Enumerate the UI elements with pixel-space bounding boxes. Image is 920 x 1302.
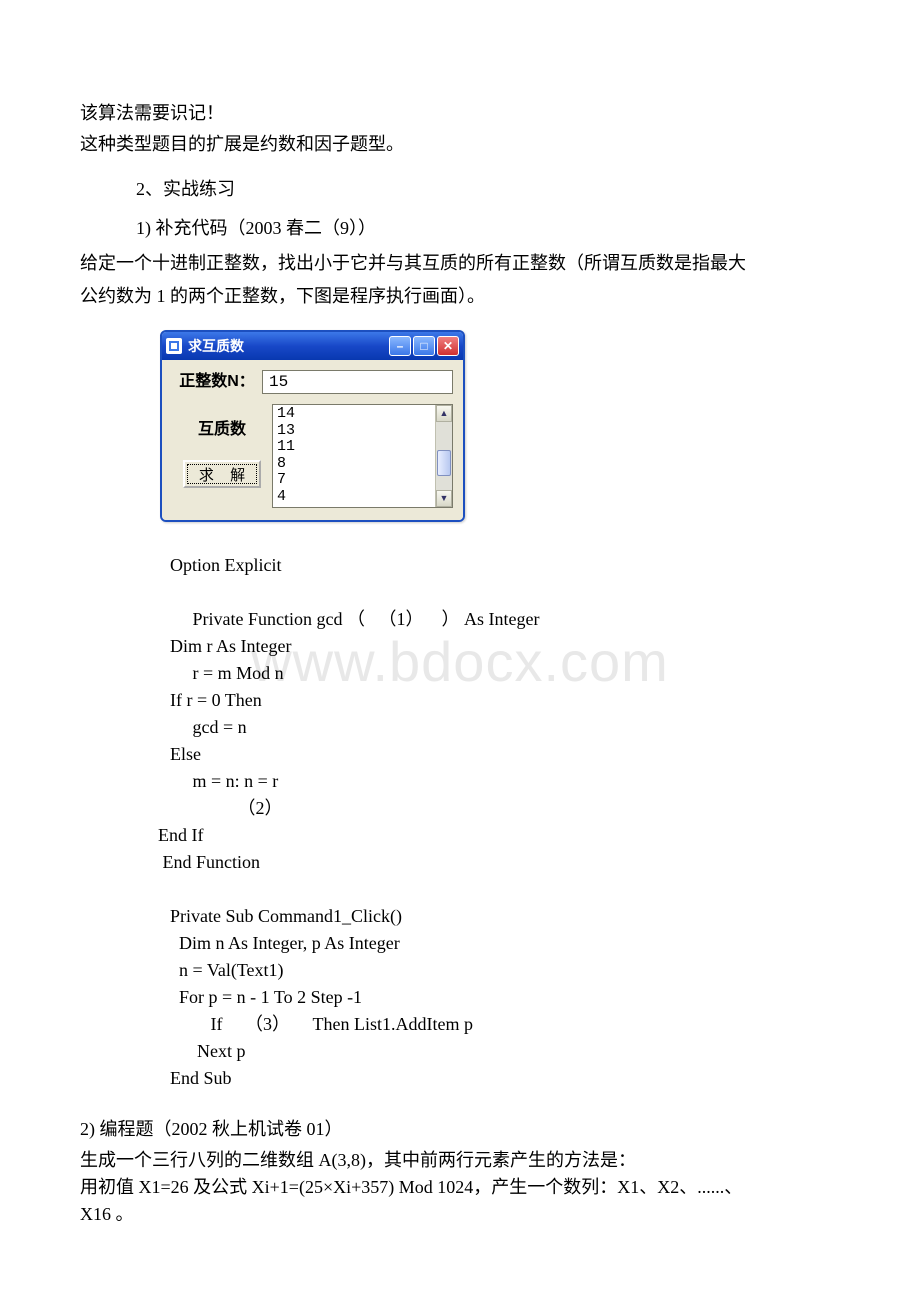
q2-line-3: X16 。 [80, 1201, 840, 1228]
code-line: Dim n As Integer, p As Integer [170, 930, 840, 957]
intro-line-2: 这种类型题目的扩展是约数和因子题型。 [80, 131, 840, 158]
code-line: m = n: n = r [170, 768, 840, 795]
code-line: Next p [170, 1038, 840, 1065]
section-2-heading: 2、实战练习 [136, 176, 840, 203]
left-column: 互质数 求 解 [172, 404, 272, 488]
code-line: End Function [158, 849, 840, 876]
code-line: For p = n - 1 To 2 Step -1 [170, 984, 840, 1011]
n-input[interactable]: 15 [262, 370, 453, 394]
code-line: If （3） Then List1.AddItem p [170, 1011, 840, 1038]
list-item[interactable]: 13 [277, 423, 431, 440]
app-icon [166, 338, 182, 354]
list-item[interactable]: 14 [277, 406, 431, 423]
client-area: 正整数N： 15 互质数 求 解 14 13 11 8 7 [162, 360, 463, 520]
result-row: 互质数 求 解 14 13 11 8 7 4 ▲ [172, 404, 453, 508]
list-item[interactable]: 4 [277, 489, 431, 506]
code-line: Dim r As Integer [170, 633, 840, 660]
label-coprime: 互质数 [198, 418, 246, 442]
window-title: 求互质数 [188, 336, 389, 357]
result-listbox[interactable]: 14 13 11 8 7 4 [273, 405, 435, 507]
scrollbar[interactable]: ▲ ▼ [435, 405, 452, 507]
scroll-track[interactable] [436, 422, 452, 490]
q1-desc-1: 给定一个十进制正整数，找出小于它并与其互质的所有正整数（所谓互质数是指最大 [80, 250, 840, 277]
code-line: （2） [170, 795, 840, 822]
list-item[interactable]: 7 [277, 472, 431, 489]
close-button[interactable]: ✕ [437, 336, 459, 356]
code-line: n = Val(Text1) [170, 957, 840, 984]
list-item[interactable]: 11 [277, 439, 431, 456]
code-line: Else [170, 741, 840, 768]
code-line: gcd = n [170, 714, 840, 741]
scroll-down-icon[interactable]: ▼ [436, 490, 452, 507]
q2-line-2: 用初值 X1=26 及公式 Xi+1=(25×Xi+357) Mod 1024，… [80, 1174, 840, 1201]
vb-window: 求互质数 – □ ✕ 正整数N： 15 互质数 求 解 [160, 330, 465, 522]
maximize-button[interactable]: □ [413, 336, 435, 356]
vb-window-wrap: 求互质数 – □ ✕ 正整数N： 15 互质数 求 解 [160, 330, 840, 522]
code-line: Private Sub Command1_Click() [170, 903, 840, 930]
code-line: End Sub [170, 1065, 840, 1092]
label-n: 正整数N： [172, 370, 262, 394]
q2-heading: 2) 编程题（2002 秋上机试卷 01） [80, 1116, 840, 1143]
scroll-up-icon[interactable]: ▲ [436, 405, 452, 422]
q1-desc-2: 公约数为 1 的两个正整数，下图是程序执行画面）。 [80, 283, 840, 310]
q1-heading: 1) 补充代码（2003 春二（9）） [136, 215, 840, 242]
code-line: Private Function gcd （ （1） ） As Integer [170, 606, 840, 633]
intro-line-1: 该算法需要识记！ [80, 100, 840, 127]
listbox-wrap: 14 13 11 8 7 4 ▲ ▼ [272, 404, 453, 508]
code-line [170, 579, 840, 606]
code-line: End If [158, 822, 840, 849]
code-line: Option Explicit [170, 552, 840, 579]
q2-line-1: 生成一个三行八列的二维数组 A(3,8)，其中前两行元素产生的方法是： [80, 1147, 840, 1174]
code-line [170, 876, 840, 903]
q2-block: 2) 编程题（2002 秋上机试卷 01） 生成一个三行八列的二维数组 A(3,… [80, 1116, 840, 1228]
minimize-button[interactable]: – [389, 336, 411, 356]
list-item[interactable]: 8 [277, 456, 431, 473]
code-line: If r = 0 Then [170, 687, 840, 714]
code-block: Option Explicit Private Function gcd （ （… [170, 552, 840, 1092]
input-row: 正整数N： 15 [172, 370, 453, 394]
scroll-thumb[interactable] [437, 450, 451, 476]
solve-button[interactable]: 求 解 [183, 460, 261, 488]
window-buttons: – □ ✕ [389, 336, 459, 356]
code-line: r = m Mod n [170, 660, 840, 687]
titlebar: 求互质数 – □ ✕ [162, 332, 463, 360]
